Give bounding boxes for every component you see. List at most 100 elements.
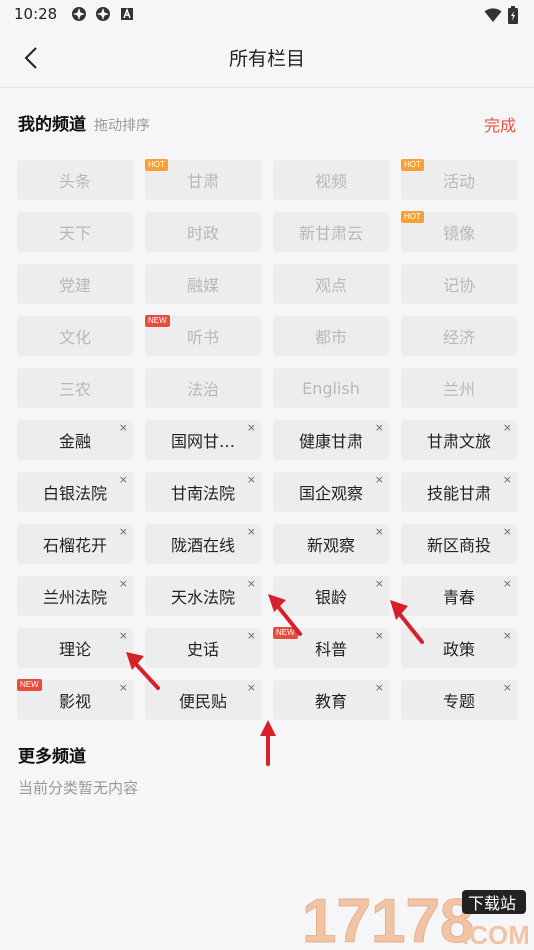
channel-chip[interactable]: 甘肃文旅 × [401, 420, 517, 460]
my-channels-header: 我的频道 拖动排序 完成 [18, 110, 518, 138]
channel-label: 新甘肃云 [298, 224, 363, 243]
channel-chip[interactable]: 新观察 × [273, 524, 389, 564]
channel-label: 活动 [442, 172, 475, 191]
channel-chip[interactable]: 视频 [273, 160, 389, 200]
channel-chip[interactable]: 甘南法院 × [145, 472, 261, 512]
channel-chip[interactable]: 石榴花开 × [17, 524, 133, 564]
remove-channel-icon[interactable]: × [375, 526, 384, 538]
remove-channel-icon[interactable]: × [247, 578, 256, 590]
remove-channel-icon[interactable]: × [503, 526, 512, 538]
channel-label: 便民贴 [178, 692, 227, 711]
channel-label: 头条 [58, 172, 91, 191]
channel-label: 听书 [186, 328, 219, 347]
channel-label: 国企观察 [298, 484, 363, 503]
channel-chip[interactable]: 金融 × [17, 420, 133, 460]
watermark-number: 17178 [302, 887, 474, 948]
remove-channel-icon[interactable]: × [375, 474, 384, 486]
channel-chip[interactable]: 天水法院 × [145, 576, 261, 616]
remove-channel-icon[interactable]: × [119, 474, 128, 486]
remove-channel-icon[interactable]: × [119, 578, 128, 590]
remove-channel-icon[interactable]: × [119, 422, 128, 434]
channel-chip[interactable]: 记协 [401, 264, 517, 304]
remove-channel-icon[interactable]: × [503, 578, 512, 590]
channel-label: 视频 [314, 172, 347, 191]
annotation-arrow-icon [390, 600, 424, 644]
app-notification-icon [72, 7, 87, 21]
channel-chip[interactable]: 经济 [401, 316, 517, 356]
channel-label: 国网甘… [170, 432, 235, 451]
channel-chip[interactable]: 新区商投 × [401, 524, 517, 564]
watermark-badge: 下载站 [468, 894, 516, 913]
font-notification-icon [121, 7, 134, 20]
channel-chip[interactable]: 理论 × [17, 628, 133, 668]
channel-chip[interactable]: HOT 活动 [401, 159, 517, 200]
more-channels-title: 更多频道 [18, 747, 86, 767]
channel-label: 甘南法院 [170, 484, 235, 503]
drag-sort-hint: 拖动排序 [94, 118, 150, 134]
channel-chip[interactable]: HOT 镜像 [401, 211, 517, 252]
channel-chip[interactable]: 专题 × [401, 680, 517, 720]
hot-badge: HOT [401, 159, 424, 171]
channel-chip[interactable]: 都市 [273, 316, 389, 356]
channel-chip[interactable]: 国企观察 × [273, 472, 389, 512]
channel-label: 都市 [314, 328, 347, 347]
channel-chip[interactable]: 兰州法院 × [17, 576, 133, 616]
remove-channel-icon[interactable]: × [247, 526, 256, 538]
channel-chip[interactable]: 头条 [17, 160, 133, 200]
channel-label: 银龄 [314, 588, 347, 607]
channel-chip[interactable]: English [273, 368, 389, 408]
channel-label: 白银法院 [42, 484, 107, 503]
channel-chip[interactable]: 法治 [145, 368, 261, 408]
channel-chip[interactable]: 观点 [273, 264, 389, 304]
back-button[interactable] [16, 42, 46, 74]
remove-channel-icon[interactable]: × [247, 474, 256, 486]
battery-icon [508, 6, 518, 24]
watermark-domain: .COM [462, 920, 528, 948]
channel-chip[interactable]: 时政 [145, 212, 261, 252]
remove-channel-icon[interactable]: × [375, 578, 384, 590]
remove-channel-icon[interactable]: × [375, 422, 384, 434]
channel-label: 影视 [58, 692, 91, 711]
channel-chip[interactable]: 陇酒在线 × [145, 524, 261, 564]
hot-badge: HOT [401, 211, 424, 223]
channel-label: 史话 [186, 640, 219, 659]
remove-channel-icon[interactable]: × [119, 630, 128, 642]
channel-label: 文化 [58, 328, 91, 347]
channel-chip[interactable]: NEW 听书 [145, 315, 261, 356]
channel-chip[interactable]: 健康甘肃 × [273, 420, 389, 460]
remove-channel-icon[interactable]: × [503, 474, 512, 486]
remove-channel-icon[interactable]: × [503, 422, 512, 434]
channel-chip[interactable]: HOT 甘肃 [145, 159, 261, 200]
remove-channel-icon[interactable]: × [247, 630, 256, 642]
channel-chip[interactable]: 文化 [17, 316, 133, 356]
channel-label: 陇酒在线 [170, 536, 235, 555]
remove-channel-icon[interactable]: × [503, 682, 512, 694]
remove-channel-icon[interactable]: × [375, 682, 384, 694]
remove-channel-icon[interactable]: × [247, 682, 256, 694]
remove-channel-icon[interactable]: × [119, 526, 128, 538]
page-title: 所有栏目 [228, 48, 305, 70]
channel-chip[interactable]: 三农 [17, 368, 133, 408]
channel-chip[interactable]: 融媒 [145, 264, 261, 304]
channel-label: 理论 [58, 640, 91, 659]
status-right [484, 6, 518, 24]
done-button[interactable]: 完成 [484, 112, 516, 136]
nav-bar: 所有栏目 [0, 28, 534, 88]
channel-chip[interactable]: NEW 影视 × [17, 679, 133, 720]
channel-label: 法治 [186, 380, 219, 399]
channel-chip[interactable]: 教育 × [273, 680, 389, 720]
channel-chip[interactable]: 天下 [17, 212, 133, 252]
channel-chip[interactable]: 新甘肃云 [273, 212, 389, 252]
new-badge: NEW [145, 315, 170, 327]
channel-chip[interactable]: 技能甘肃 × [401, 472, 517, 512]
remove-channel-icon[interactable]: × [375, 630, 384, 642]
channel-chip[interactable]: 兰州 [401, 368, 517, 408]
channel-chip[interactable]: 党建 [17, 264, 133, 304]
channel-label: 天下 [58, 224, 91, 243]
channel-label: 政策 [442, 640, 475, 659]
channel-label: 新区商投 [426, 536, 491, 555]
channel-chip[interactable]: 国网甘… × [145, 420, 261, 460]
channel-chip[interactable]: 白银法院 × [17, 472, 133, 512]
remove-channel-icon[interactable]: × [503, 630, 512, 642]
remove-channel-icon[interactable]: × [247, 422, 256, 434]
